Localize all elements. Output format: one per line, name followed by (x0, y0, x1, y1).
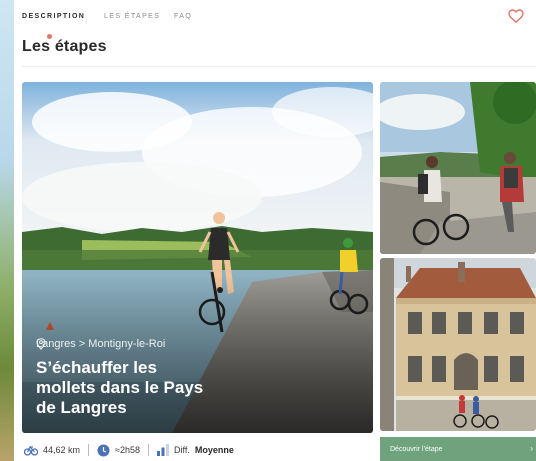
pin-icon (36, 338, 46, 350)
stage-title: S’échauffer les mollets dans le Pays de … (36, 358, 204, 417)
tab-description[interactable]: DESCRIPTION (22, 13, 85, 20)
stat-separator (88, 444, 90, 456)
discover-stage-label: Découvrir l’étape (390, 445, 443, 453)
difficulty-bars-icon (157, 444, 169, 456)
section-title: Les étapes (22, 38, 107, 55)
discover-stage-button[interactable]: Découvrir l’étape › (380, 437, 536, 461)
stage-stats: 44,62 km ≈2h58 Diff. Moyenne (24, 442, 234, 458)
heart-icon[interactable] (508, 9, 524, 23)
tab-faq[interactable]: FAQ (174, 13, 192, 20)
cyclists-photo (380, 82, 536, 254)
adjacent-photo-edge (0, 0, 14, 461)
stage-card[interactable]: Langres > Montigny-le-Roi S’échauffer le… (22, 82, 373, 433)
distance-value: 44,62 km (43, 445, 81, 455)
difficulty-value: Moyenne (194, 445, 234, 455)
building-photo (380, 258, 536, 431)
clock-icon (97, 444, 110, 456)
divider (22, 66, 536, 67)
arrow-right-icon: › (530, 444, 533, 453)
route-text: Langres > Montigny-le-Roi (36, 338, 166, 350)
stage-route: Langres > Montigny-le-Roi (36, 338, 165, 350)
difficulty-stat: Diff. Moyenne (157, 444, 234, 456)
top-nav: DESCRIPTION LES ÉTAPES FAQ (22, 0, 536, 32)
bike-icon (24, 445, 38, 456)
gallery-photo-2[interactable] (380, 258, 536, 431)
tab-les-etapes[interactable]: LES ÉTAPES (104, 13, 160, 20)
duration-stat: ≈2h58 (97, 444, 140, 457)
difficulty-label: Diff. (174, 445, 190, 455)
distance-stat: 44,62 km (24, 444, 80, 456)
stat-separator (148, 444, 149, 456)
duration-value: ≈2h58 (115, 445, 140, 455)
gallery-photo-1[interactable] (380, 82, 536, 254)
